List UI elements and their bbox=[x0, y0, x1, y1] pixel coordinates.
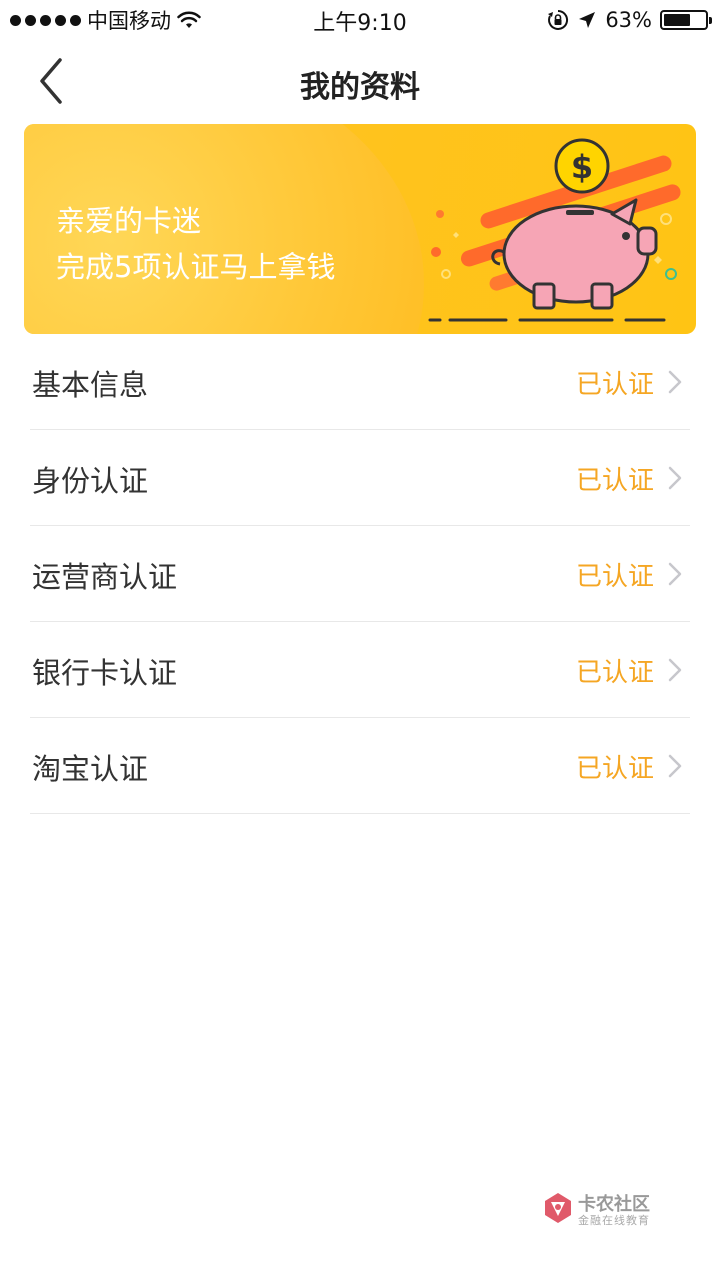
status-bar: 中国移动 上午9:10 63% bbox=[0, 0, 720, 40]
item-label: 淘宝认证 bbox=[32, 752, 149, 786]
item-status: 已认证 bbox=[575, 658, 654, 688]
banner-line-2: 完成5项认证马上拿钱 bbox=[56, 250, 336, 284]
watermark: 卡农社区 金融在线教育 bbox=[540, 1190, 680, 1232]
banner-text: 亲爱的卡迷 完成5项认证马上拿钱 bbox=[56, 198, 335, 290]
svg-text:$: $ bbox=[571, 148, 593, 186]
battery-icon bbox=[660, 10, 712, 30]
item-status: 已认证 bbox=[575, 562, 654, 592]
watermark-logo-icon bbox=[545, 1193, 571, 1223]
status-right: 63% bbox=[547, 6, 712, 34]
chevron-right-icon bbox=[668, 370, 682, 394]
list-item-basic-info[interactable]: 基本信息 已认证 bbox=[30, 334, 690, 430]
chevron-right-icon bbox=[668, 562, 682, 586]
chevron-right-icon bbox=[668, 658, 682, 682]
item-label: 运营商认证 bbox=[32, 560, 178, 594]
chevron-right-icon bbox=[668, 466, 682, 490]
location-arrow-icon bbox=[579, 12, 596, 28]
verification-list: 基本信息 已认证 身份认证 已认证 运营商认证 已认证 银行卡认证 已认证 淘宝… bbox=[30, 334, 690, 814]
item-label: 银行卡认证 bbox=[32, 656, 178, 690]
page-title: 我的资料 bbox=[300, 70, 420, 105]
nav-bar: 我的资料 bbox=[0, 40, 720, 124]
rotation-lock-icon bbox=[548, 9, 569, 30]
piggy-bank-illustration: $ bbox=[428, 138, 681, 322]
banner-line-1: 亲爱的卡迷 bbox=[56, 204, 202, 238]
battery-percent: 63% bbox=[605, 8, 652, 32]
item-status: 已认证 bbox=[575, 754, 654, 784]
item-status: 已认证 bbox=[575, 370, 654, 400]
list-item-taobao[interactable]: 淘宝认证 已认证 bbox=[30, 718, 690, 814]
list-item-identity[interactable]: 身份认证 已认证 bbox=[30, 430, 690, 526]
chevron-right-icon bbox=[668, 754, 682, 778]
item-label: 身份认证 bbox=[32, 464, 149, 498]
item-status: 已认证 bbox=[575, 466, 654, 496]
list-item-carrier[interactable]: 运营商认证 已认证 bbox=[30, 526, 690, 622]
watermark-subtitle: 金融在线教育 bbox=[578, 1214, 650, 1227]
promo-banner[interactable]: 亲爱的卡迷 完成5项认证马上拿钱 $ bbox=[24, 124, 696, 334]
list-item-bank-card[interactable]: 银行卡认证 已认证 bbox=[30, 622, 690, 718]
item-label: 基本信息 bbox=[32, 368, 149, 402]
